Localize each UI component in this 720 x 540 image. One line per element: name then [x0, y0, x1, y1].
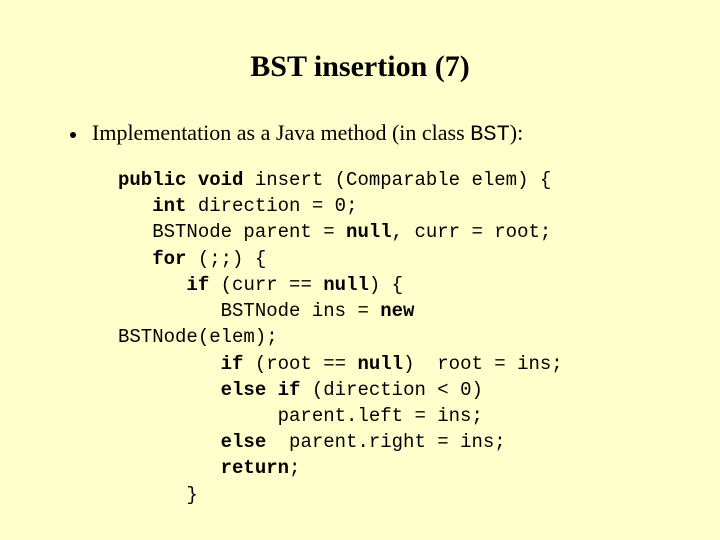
kw-else: else	[221, 431, 267, 453]
slide-title: BST insertion (7)	[40, 50, 680, 84]
t: BSTNode ins =	[118, 300, 380, 322]
kw-if: if	[221, 353, 244, 375]
t	[266, 379, 277, 401]
t: BSTNode(elem);	[118, 326, 278, 348]
kw-new: new	[380, 300, 414, 322]
bullet-text: Implementation as a Java method (in clas…	[92, 120, 523, 147]
slide: BST insertion (7) Implementation as a Ja…	[0, 0, 720, 540]
t: ) root = ins;	[403, 353, 563, 375]
t: parent.right = ins;	[266, 431, 505, 453]
kw-int: int	[152, 195, 186, 217]
t	[118, 431, 221, 453]
kw-null: null	[323, 274, 369, 296]
t: ) {	[369, 274, 403, 296]
bullet-dot-icon	[70, 132, 76, 138]
t: (;;) {	[186, 248, 266, 270]
code-block: public void insert (Comparable elem) { i…	[118, 167, 680, 508]
kw-void: void	[198, 169, 244, 191]
t	[118, 248, 152, 270]
t	[118, 274, 186, 296]
t: (root ==	[243, 353, 357, 375]
kw-for: for	[152, 248, 186, 270]
t: }	[118, 484, 198, 506]
kw-else: else	[221, 379, 267, 401]
t	[118, 379, 221, 401]
kw-public: public	[118, 169, 186, 191]
bullet-pre: Implementation as a Java method (in clas…	[92, 120, 470, 145]
kw-null: null	[357, 353, 403, 375]
t: direction = 0;	[186, 195, 357, 217]
t: BSTNode parent =	[118, 221, 346, 243]
t	[186, 169, 197, 191]
t: , curr = root;	[392, 221, 552, 243]
t	[118, 195, 152, 217]
kw-null: null	[346, 221, 392, 243]
kw-if: if	[278, 379, 301, 401]
t: parent.left = ins;	[118, 405, 483, 427]
bullet-post: ):	[510, 120, 523, 145]
t: (curr ==	[209, 274, 323, 296]
bullet-mono: BST	[470, 122, 510, 147]
t: ;	[289, 457, 300, 479]
t	[118, 457, 221, 479]
kw-if: if	[186, 274, 209, 296]
kw-return: return	[221, 457, 289, 479]
t	[118, 353, 221, 375]
bullet-item: Implementation as a Java method (in clas…	[70, 120, 680, 147]
t: insert (Comparable elem) {	[243, 169, 551, 191]
t: (direction < 0)	[300, 379, 482, 401]
